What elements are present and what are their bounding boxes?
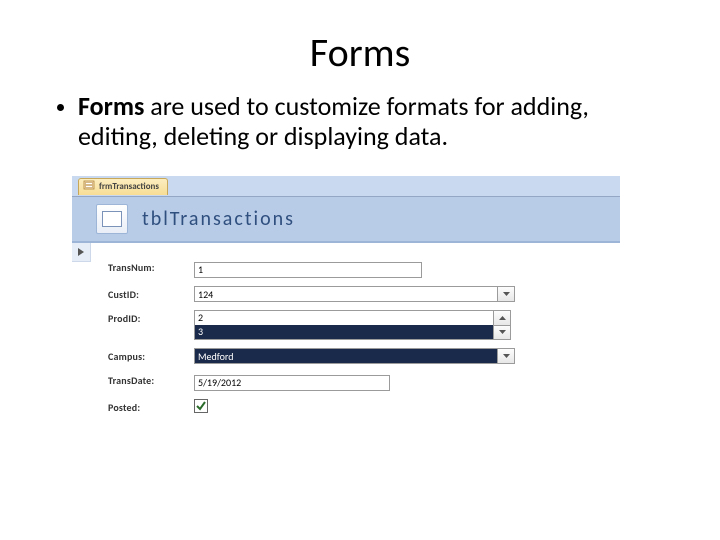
row-campus: Campus:: [108, 348, 515, 364]
slide-title: Forms: [0, 28, 720, 77]
input-custid[interactable]: [194, 286, 498, 302]
label-prodid: ProdID:: [108, 310, 194, 325]
row-transnum: TransNum:: [108, 259, 515, 278]
combo-campus[interactable]: [194, 348, 515, 364]
form-header-title: tblTransactions: [142, 207, 295, 231]
form-body: TransNum: CustID: ProdID:: [72, 243, 620, 437]
checkbox-posted[interactable]: [194, 399, 208, 413]
prodid-spin-down[interactable]: [494, 326, 510, 340]
input-campus[interactable]: [194, 348, 498, 364]
tab-row: frmTransactions: [72, 176, 620, 197]
label-posted: Posted:: [108, 399, 194, 414]
form-screenshot: frmTransactions tblTransactions TransNum…: [72, 176, 620, 434]
label-campus: Campus:: [108, 348, 194, 363]
dropdown-campus[interactable]: [498, 348, 515, 364]
bullet-area: Forms are used to customize formats for …: [58, 92, 668, 152]
form-header-icon: [96, 204, 128, 234]
bullet-bold: Forms: [78, 90, 150, 122]
listbox-prodid[interactable]: 2 3: [194, 310, 511, 340]
row-prodid: ProdID: 2 3: [108, 310, 515, 340]
prodid-spinner[interactable]: [494, 310, 511, 340]
fields: TransNum: CustID: ProdID:: [108, 259, 515, 422]
row-custid: CustID:: [108, 286, 515, 302]
prodid-option-2[interactable]: 3: [195, 325, 493, 339]
dropdown-custid[interactable]: [498, 286, 515, 302]
combo-custid[interactable]: [194, 286, 515, 302]
form-tab-icon: [83, 179, 95, 194]
form-tab[interactable]: frmTransactions: [78, 178, 168, 195]
form-header: tblTransactions: [72, 197, 620, 243]
prodid-spin-up[interactable]: [494, 311, 510, 326]
input-transdate[interactable]: [194, 375, 390, 391]
bullet-item: Forms are used to customize formats for …: [78, 92, 668, 152]
input-transnum[interactable]: [194, 262, 422, 278]
row-transdate: TransDate:: [108, 372, 515, 391]
bullet-text: are used to customize formats for adding…: [78, 90, 589, 152]
label-transdate: TransDate:: [108, 372, 194, 387]
row-posted: Posted:: [108, 399, 515, 414]
prodid-option-1[interactable]: 2: [195, 311, 493, 325]
form-tab-label: frmTransactions: [99, 181, 159, 192]
label-custid: CustID:: [108, 286, 194, 301]
label-transnum: TransNum:: [108, 259, 194, 274]
slide: Forms Forms are used to customize format…: [0, 0, 720, 540]
record-selector[interactable]: [72, 243, 91, 262]
